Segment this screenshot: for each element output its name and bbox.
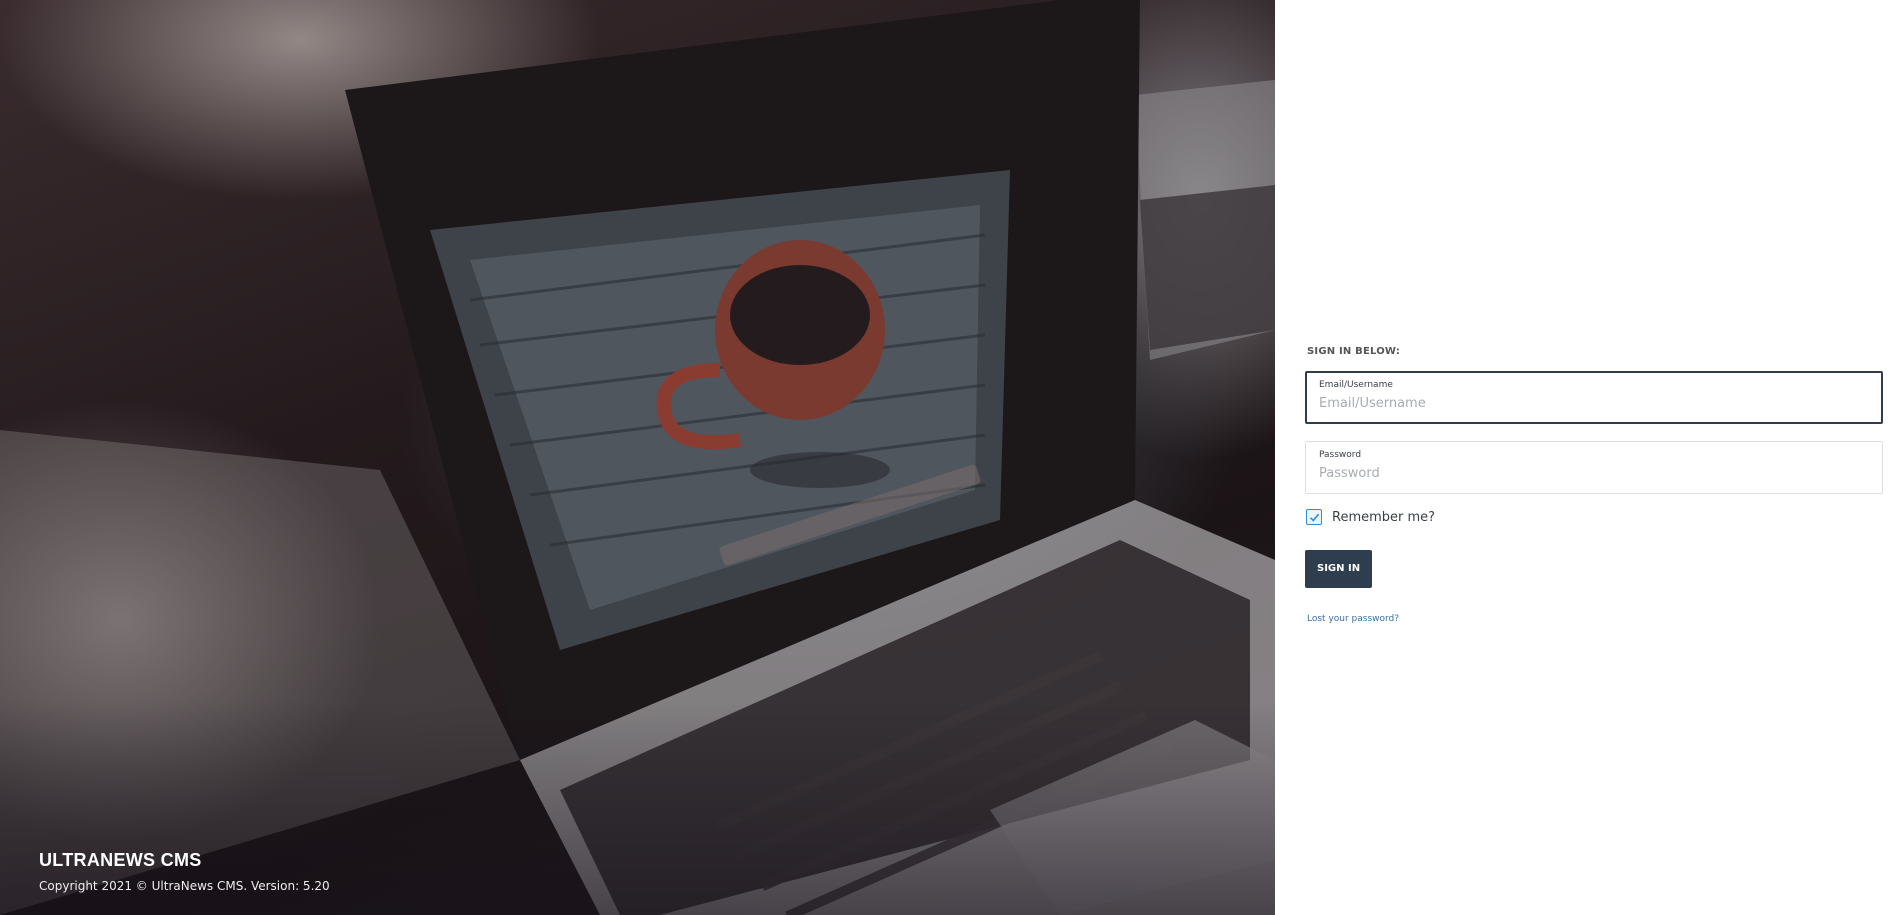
email-label: Email/Username (1319, 380, 1393, 390)
hero-footer: ULTRANEWS CMS Copyright 2021 © UltraNews… (39, 850, 330, 893)
email-field[interactable]: Email/Username (1305, 371, 1883, 424)
email-input[interactable] (1319, 396, 1869, 411)
signin-button[interactable]: SIGN IN (1305, 550, 1373, 588)
password-label: Password (1319, 450, 1362, 460)
remember-me-row: Remember me? (1305, 509, 1883, 525)
password-field[interactable]: Password (1305, 441, 1883, 494)
hero-background-image: ULTRANEWS CMS Copyright 2021 © UltraNews… (0, 0, 1275, 915)
signin-form: SIGN IN BELOW: Email/Username Password R… (1305, 346, 1883, 624)
signin-heading: SIGN IN BELOW: (1307, 346, 1401, 357)
checkmark-icon (1309, 513, 1319, 522)
remember-me-label[interactable]: Remember me? (1332, 510, 1435, 525)
lost-password-link[interactable]: Lost your password? (1307, 614, 1883, 624)
remember-me-checkbox[interactable] (1306, 509, 1322, 525)
signin-panel: SIGN IN BELOW: Email/Username Password R… (1275, 0, 1903, 915)
laptop-coffee-illustration (0, 0, 1275, 915)
password-input[interactable] (1319, 466, 1869, 481)
app-title: ULTRANEWS CMS (39, 850, 202, 870)
copyright-text: Copyright 2021 © UltraNews CMS. Version:… (39, 879, 330, 893)
login-page: ULTRANEWS CMS Copyright 2021 © UltraNews… (0, 0, 1903, 915)
